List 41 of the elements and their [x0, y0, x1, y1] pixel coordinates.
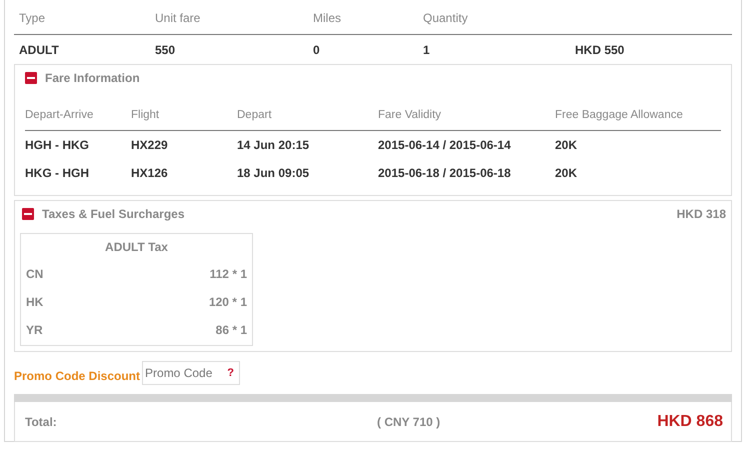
- section-title: Fare Information: [45, 70, 140, 86]
- table-cell-text: 2015-06-14 / 2015-06-14: [378, 137, 512, 154]
- collapse-icon[interactable]: [25, 72, 37, 84]
- tax-code: YR: [26, 322, 43, 339]
- table-cell-text: 20K: [555, 165, 578, 182]
- column-header: Depart-Arrive: [25, 108, 94, 123]
- table-cell-text: ADULT: [19, 42, 60, 58]
- section-title: Taxes & Fuel Surcharges: [42, 206, 184, 223]
- collapse-icon[interactable]: [22, 208, 34, 220]
- table-cell-text: HKD 550: [575, 42, 624, 58]
- table-cell-text: 18 Jun 09:05: [237, 165, 310, 182]
- table-cell-text: 2015-06-18 / 2015-06-18: [378, 165, 512, 182]
- column-header: Fare Validity: [378, 108, 442, 123]
- table-cell-text: HX126: [131, 165, 169, 182]
- column-header: Unit fare: [155, 10, 202, 27]
- table-cell-text: HKG - HGH: [25, 165, 90, 182]
- tax-code: HK: [26, 294, 44, 311]
- tax-amount: HKD 318: [676, 206, 726, 223]
- column-header: Miles: [313, 10, 342, 27]
- table-cell-text: 0: [313, 42, 321, 58]
- table-cell-text: 14 Jun 20:15: [237, 137, 310, 154]
- table-cell-text: HX229: [131, 137, 169, 154]
- tax-code: CN: [26, 266, 44, 283]
- table-cell-text: 20K: [555, 137, 578, 154]
- column-header: Type: [19, 10, 46, 27]
- tax-value: 86 * 1: [216, 322, 247, 339]
- table-cell-text: 550: [155, 42, 176, 58]
- help-link[interactable]: ?: [227, 365, 234, 382]
- tax-table-title: ADULT Tax: [105, 239, 168, 256]
- table-cell-text: 1: [423, 42, 431, 58]
- column-header: Flight: [131, 108, 160, 123]
- total-label: Total:: [25, 414, 58, 430]
- table-cell-text: HGH - HKG: [25, 137, 90, 154]
- promo-label: Promo Code Discount: [14, 368, 140, 385]
- total-amount: HKD 868: [657, 412, 723, 432]
- column-header: Quantity: [423, 10, 469, 27]
- converted-total: ( CNY 710 ): [377, 414, 440, 430]
- tax-value: 120 * 1: [208, 294, 247, 311]
- column-header: Depart: [237, 108, 273, 123]
- column-header: Free Baggage Allowance: [555, 108, 684, 123]
- tax-value: 112 * 1: [210, 266, 247, 283]
